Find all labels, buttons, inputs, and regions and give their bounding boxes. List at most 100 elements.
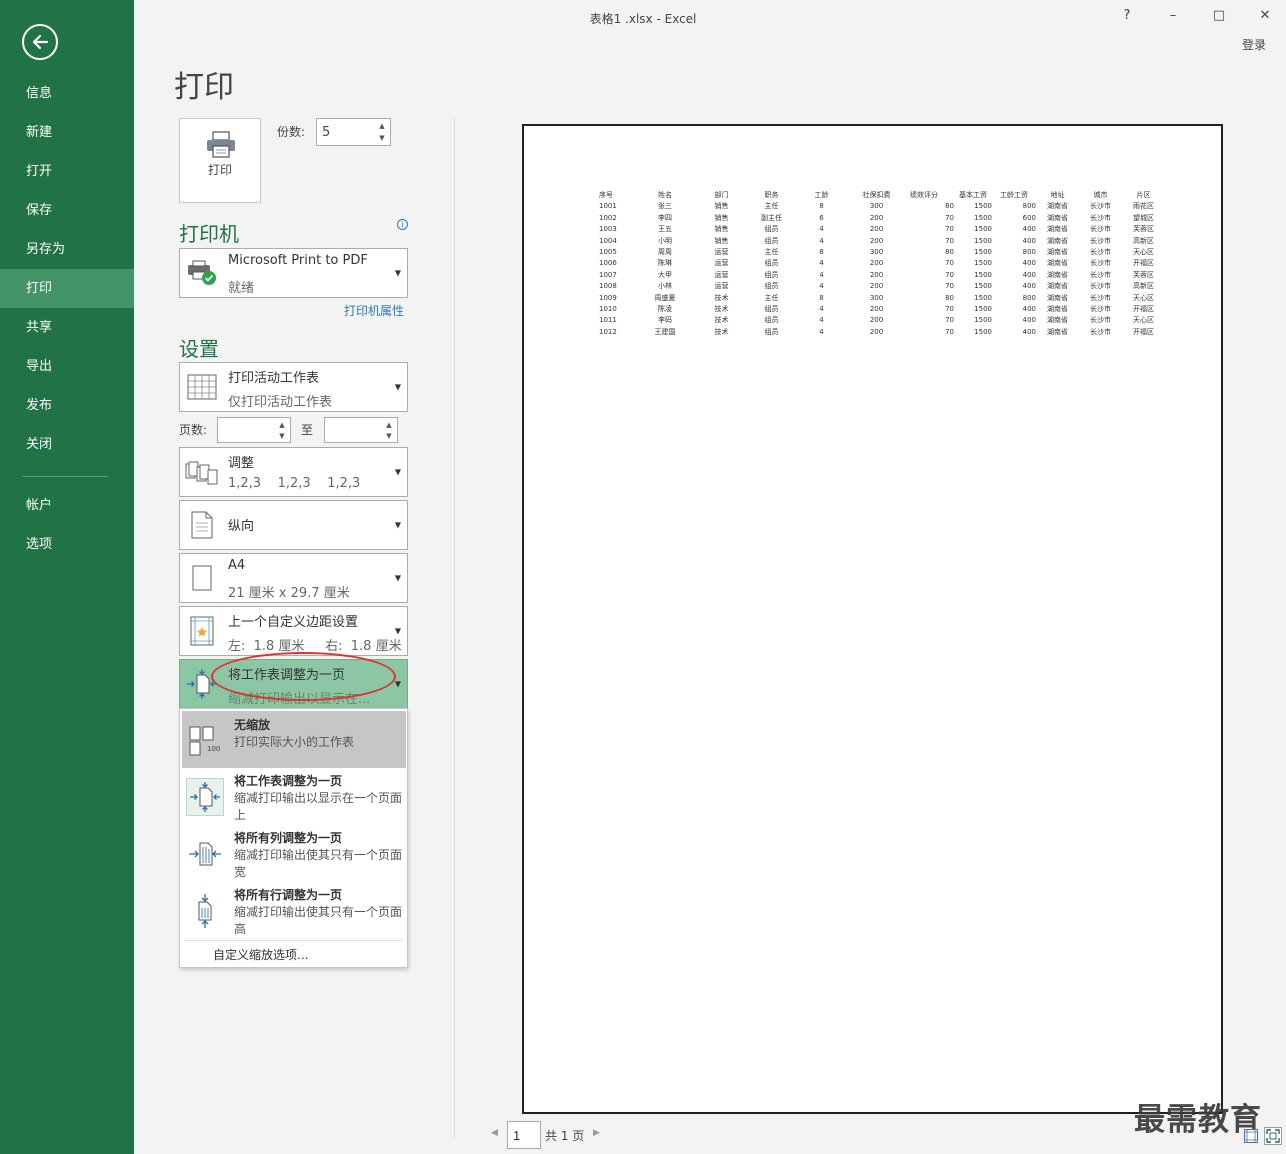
fit-sheet-icon: [186, 778, 224, 816]
chevron-down-icon: ▼: [394, 573, 401, 583]
table-cell: 小林: [658, 282, 672, 291]
table-cell: 400: [1022, 236, 1036, 245]
sidebar-item-info[interactable]: 信息: [0, 74, 134, 113]
sidebar-item-save[interactable]: 保存: [0, 191, 134, 230]
back-arrow-icon[interactable]: [22, 24, 58, 60]
print-button[interactable]: 打印: [179, 118, 261, 203]
table-row: 1003 王五 销售 组员 4 200 70 1500 400 湖南省 长沙市 芙蓉区: [599, 224, 1165, 235]
collate-dropdown[interactable]: 调整 1,2,3 1,2,3 1,2,3 ▼: [179, 447, 408, 497]
red-annotation-ellipse: [211, 652, 396, 701]
fit-sheet-title: 将工作表调整为一页: [234, 774, 343, 788]
pages-to-input[interactable]: [325, 418, 377, 442]
login-link[interactable]: 登录: [1242, 36, 1266, 53]
table-cell: 运营: [714, 259, 729, 268]
sidebar-item-publish[interactable]: 发布: [0, 386, 134, 425]
table-cell: 天心区: [1133, 316, 1154, 325]
next-page-icon[interactable]: ▶: [593, 1128, 600, 1138]
table-cell: 大甲: [658, 270, 672, 279]
info-icon[interactable]: i: [397, 219, 408, 230]
print-what-title: 打印活动工作表: [228, 371, 320, 386]
table-cell: 1010: [599, 305, 617, 314]
chevron-down-icon: ▼: [394, 520, 401, 530]
table-cell: 1007: [599, 270, 617, 279]
printer-dropdown[interactable]: Microsoft Print to PDF 就绪 ▼: [179, 248, 408, 298]
table-row: 1004 小明 销售 组员 4 200 70 1500 400 湖南省 长沙市 高新区: [599, 236, 1165, 247]
pages-to-spinner[interactable]: ▲ ▼: [324, 417, 398, 443]
table-cell: 200: [869, 270, 884, 279]
custom-scaling-options-link[interactable]: 自定义缩放选项...: [213, 946, 308, 963]
table-cell: 800: [1022, 248, 1036, 257]
chevron-down-icon: ▼: [394, 467, 401, 477]
table-cell: 周盛夏: [654, 293, 676, 302]
menu-item-fit-sheet[interactable]: 将工作表调整为一页 缩减打印输出以显示在一个页面上: [182, 769, 406, 826]
help-button[interactable]: ?: [1117, 8, 1137, 23]
table-cell: 1500: [974, 213, 992, 222]
sidebar-item-new[interactable]: 新建: [0, 113, 134, 152]
printer-properties-link[interactable]: 打印机属性: [344, 302, 404, 319]
spin-down-icon[interactable]: ▼: [383, 430, 395, 442]
panel-divider: [454, 118, 455, 1138]
sidebar-item-export[interactable]: 导出: [0, 347, 134, 386]
menu-item-no-scaling[interactable]: 100 无缩放 打印实际大小的工作表: [182, 711, 406, 768]
spin-down-icon[interactable]: ▼: [276, 430, 288, 442]
paper-size-dropdown[interactable]: A4 21 厘米 x 29.7 厘米 ▼: [179, 553, 408, 603]
table-cell: 组员: [764, 225, 779, 234]
current-page-box[interactable]: [507, 1121, 541, 1149]
table-cell: 1001: [599, 202, 617, 211]
table-cell: 200: [869, 305, 884, 314]
sidebar-item-open[interactable]: 打开: [0, 152, 134, 191]
table-cell: 4: [819, 282, 824, 291]
table-header-cell: 部门: [714, 191, 729, 199]
copies-spinner[interactable]: ▲ ▼: [316, 118, 391, 146]
margins-dropdown[interactable]: 上一个自定义边距设置 左: 1.8 厘米 右: 1.8 厘米 ▼: [179, 606, 408, 656]
table-cell: 李码: [658, 316, 672, 325]
table-cell: 运营: [714, 282, 729, 291]
table-cell: 销售: [714, 225, 729, 234]
close-button[interactable]: ✕: [1255, 8, 1275, 23]
sidebar-item-save-as[interactable]: 另存为: [0, 230, 134, 269]
spin-down-icon[interactable]: ▼: [376, 132, 388, 144]
table-cell: 80: [945, 248, 954, 257]
no-scaling-desc: 打印实际大小的工作表: [234, 735, 355, 749]
menu-item-fit-rows[interactable]: 将所有行调整为一页 缩减打印输出使其只有一个页面高: [182, 883, 406, 940]
sidebar-item-print[interactable]: 打印: [0, 269, 134, 308]
printer-ready-icon: [184, 255, 220, 291]
sidebar-item-close[interactable]: 关闭: [0, 425, 134, 464]
table-cell: 芙蓉区: [1133, 225, 1154, 234]
table-cell: 400: [1022, 225, 1036, 234]
sidebar-item-options[interactable]: 选项: [0, 525, 134, 564]
pages-label: 页数:: [179, 423, 208, 437]
table-cell: 70: [945, 236, 954, 245]
maximize-button[interactable]: □: [1209, 8, 1229, 23]
fit-columns-icon: [186, 835, 224, 873]
print-what-dropdown[interactable]: 打印活动工作表 仅打印活动工作表 ▼: [179, 362, 408, 412]
table-cell: 8: [819, 293, 824, 302]
sidebar-item-share[interactable]: 共享: [0, 308, 134, 347]
table-cell: 长沙市: [1090, 305, 1111, 314]
pages-to-label: 至: [301, 423, 314, 437]
margins-icon: [184, 613, 220, 649]
table-cell: 6: [819, 213, 824, 222]
show-margins-icon[interactable]: [1244, 1129, 1258, 1143]
sidebar-item-account[interactable]: 帐户: [0, 486, 134, 525]
table-cell: 长沙市: [1090, 327, 1111, 336]
table-header-cell: 片区: [1136, 191, 1151, 199]
chevron-down-icon: ▼: [394, 679, 401, 689]
table-cell: 开福区: [1133, 327, 1154, 336]
table-header-cell: 城市: [1093, 191, 1108, 199]
table-cell: 长沙市: [1090, 236, 1111, 245]
menu-item-fit-columns[interactable]: 将所有列调整为一页 缩减打印输出使其只有一个页面宽: [182, 826, 406, 883]
preview-table: 序号 姓名 部门 职务 工龄 社保扣费 绩效评分 基本工资 工龄工资 地址 城市 片区 1001 张三销…: [599, 190, 1165, 338]
minimize-button[interactable]: –: [1163, 8, 1183, 23]
spin-up-icon[interactable]: ▲: [376, 120, 388, 132]
table-cell: 湖南省: [1047, 293, 1068, 302]
zoom-to-page-icon[interactable]: [1264, 1127, 1282, 1145]
current-page-input[interactable]: [508, 1122, 538, 1148]
copies-input[interactable]: [317, 119, 373, 145]
table-row: 1012 王建国 技术 组员 4 200 70 1500 400 湖南省 长沙市 开福区: [599, 327, 1165, 338]
pages-from-input[interactable]: [218, 418, 270, 442]
table-cell: 600: [1022, 213, 1036, 222]
orientation-dropdown[interactable]: 纵向 ▼: [179, 500, 408, 550]
pages-from-spinner[interactable]: ▲ ▼: [217, 417, 291, 443]
previous-page-icon[interactable]: ◀: [491, 1128, 498, 1138]
